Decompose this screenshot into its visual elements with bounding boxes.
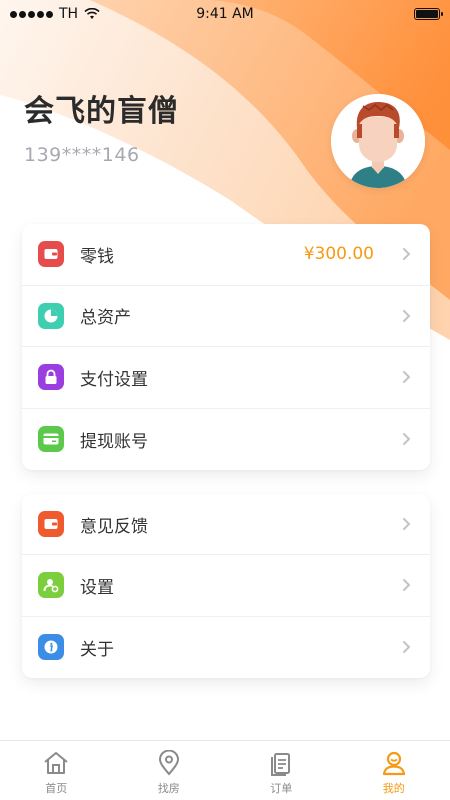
profile-icon <box>382 751 405 776</box>
menu-item-total-assets[interactable]: 总资产 <box>22 286 430 347</box>
tab-label: 订单 <box>270 782 293 795</box>
tab-label: 首页 <box>45 782 68 795</box>
menu-item-withdraw-account[interactable]: 提现账号 <box>22 409 430 471</box>
status-time: 9:41 AM <box>196 6 254 22</box>
tab-label: 找房 <box>157 782 180 795</box>
status-bar: TH 9:41 AM <box>0 0 450 28</box>
bottom-tab-bar: 首页 找房 订单 我的 <box>0 740 450 800</box>
pie-chart-icon <box>38 302 64 329</box>
chevron-right-icon <box>403 371 411 384</box>
menu-item-change[interactable]: 零钱 ¥300.00 <box>22 224 430 286</box>
feedback-icon <box>38 511 64 538</box>
avatar[interactable] <box>331 94 425 188</box>
tab-find-room[interactable]: 找房 <box>113 741 226 800</box>
menu-item-label: 关于 <box>80 639 114 660</box>
wallet-icon <box>38 241 64 268</box>
user-settings-icon <box>38 572 64 599</box>
menu-item-label: 支付设置 <box>80 369 148 390</box>
user-name: 会飞的盲僧 <box>24 94 179 129</box>
chevron-right-icon <box>403 641 411 654</box>
menu-item-payment-settings[interactable]: 支付设置 <box>22 347 430 409</box>
settings-menu-card: 意见反馈 设置 关于 <box>22 494 430 678</box>
balance-value: ¥300.00 <box>303 244 374 265</box>
menu-item-label: 零钱 <box>80 246 114 267</box>
menu-item-feedback[interactable]: 意见反馈 <box>22 494 430 556</box>
info-icon <box>38 634 64 661</box>
user-phone: 139****146 <box>24 144 140 166</box>
carrier-name: TH <box>59 6 79 22</box>
signal-strength-icon <box>10 10 53 18</box>
tab-orders[interactable]: 订单 <box>225 741 338 800</box>
chevron-right-icon <box>403 248 411 261</box>
wallet-menu-card: 零钱 ¥300.00 总资产 支付设置 提现账号 <box>22 224 430 470</box>
wifi-icon <box>84 8 100 19</box>
menu-item-label: 总资产 <box>80 308 131 329</box>
tab-home[interactable]: 首页 <box>0 741 113 800</box>
chevron-right-icon <box>403 433 411 446</box>
card-icon <box>38 426 64 453</box>
menu-item-label: 意见反馈 <box>80 516 148 537</box>
lock-icon <box>38 364 64 391</box>
chevron-right-icon <box>403 579 411 592</box>
tab-label: 我的 <box>382 782 405 795</box>
menu-item-settings[interactable]: 设置 <box>22 555 430 617</box>
chevron-right-icon <box>403 518 411 531</box>
orders-icon <box>271 753 291 776</box>
tab-mine[interactable]: 我的 <box>338 741 450 800</box>
location-icon <box>158 750 179 776</box>
chevron-right-icon <box>403 309 411 322</box>
menu-item-label: 提现账号 <box>80 431 148 452</box>
battery-icon <box>413 8 443 20</box>
menu-item-label: 设置 <box>80 577 114 598</box>
profile-info: 会飞的盲僧 139****146 <box>24 86 179 166</box>
home-icon <box>44 752 68 774</box>
avatar-illustration <box>331 94 425 188</box>
menu-item-about[interactable]: 关于 <box>22 617 430 678</box>
